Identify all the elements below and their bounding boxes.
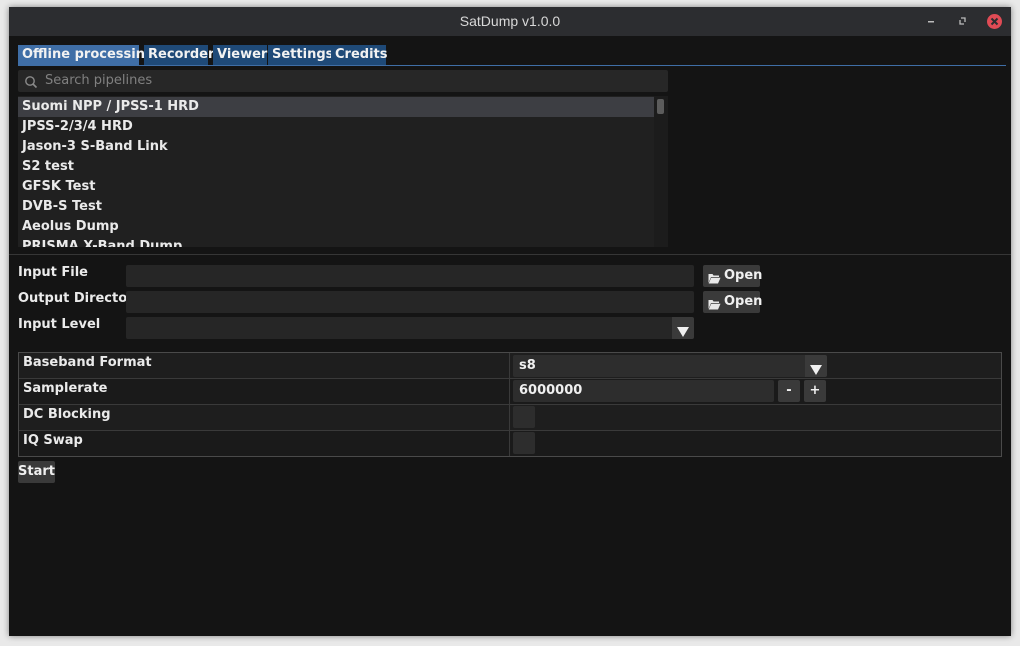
samplerate-decrement-button[interactable]: - bbox=[778, 380, 800, 402]
input-file-label: Input File bbox=[18, 265, 89, 280]
input-level-select[interactable] bbox=[126, 317, 672, 339]
table-row: IQ Swap bbox=[19, 431, 1001, 456]
chevron-down-icon bbox=[810, 361, 822, 380]
close-icon[interactable] bbox=[987, 14, 1002, 29]
pipeline-item[interactable]: Suomi NPP / JPSS-1 HRD bbox=[18, 97, 655, 117]
tab-settings[interactable]: Settings bbox=[268, 45, 333, 65]
input-file-field[interactable] bbox=[126, 265, 694, 287]
samplerate-input[interactable]: 6000000 bbox=[513, 380, 774, 402]
parameters-table: Baseband Format s8 Samplerate 6000000 - … bbox=[18, 352, 1002, 457]
tab-credits[interactable]: Credits bbox=[331, 45, 387, 65]
separator bbox=[9, 254, 1011, 255]
tab-underline bbox=[18, 65, 1006, 66]
folder-open-icon bbox=[708, 270, 721, 292]
search-icon bbox=[24, 74, 38, 93]
pipeline-item[interactable]: DVB-S Test bbox=[18, 197, 655, 217]
samplerate-increment-button[interactable]: + bbox=[804, 380, 826, 402]
title-bar: SatDump v1.0.0 bbox=[9, 7, 1011, 36]
pipeline-item[interactable]: JPSS-2/3/4 HRD bbox=[18, 117, 655, 137]
minimize-icon[interactable] bbox=[924, 14, 938, 28]
folder-open-icon bbox=[708, 296, 721, 318]
baseband-format-dropdown-button[interactable] bbox=[805, 355, 827, 377]
pipeline-list: Suomi NPP / JPSS-1 HRD JPSS-2/3/4 HRD Ja… bbox=[18, 96, 668, 247]
pipeline-item[interactable]: PRISMA X-Band Dump bbox=[18, 237, 655, 247]
window-title: SatDump v1.0.0 bbox=[459, 13, 561, 29]
output-directory-label: Output Directory bbox=[18, 291, 143, 306]
open-label: Open bbox=[724, 294, 763, 309]
output-directory-open-button[interactable]: Open bbox=[703, 291, 763, 313]
table-row: DC Blocking bbox=[19, 405, 1001, 431]
iq-swap-label: IQ Swap bbox=[23, 433, 83, 448]
open-label: Open bbox=[724, 268, 763, 283]
tab-offline-processing[interactable]: Offline processing bbox=[18, 45, 154, 65]
pipeline-item[interactable]: GFSK Test bbox=[18, 177, 655, 197]
baseband-format-select[interactable]: s8 bbox=[513, 355, 808, 377]
pipeline-scrollbar[interactable] bbox=[654, 96, 668, 247]
input-level-label: Input Level bbox=[18, 317, 101, 332]
output-directory-field[interactable] bbox=[126, 291, 694, 313]
scrollbar-thumb[interactable] bbox=[657, 99, 664, 114]
dc-blocking-checkbox[interactable] bbox=[513, 406, 535, 428]
pipeline-item[interactable]: Jason-3 S-Band Link bbox=[18, 137, 655, 157]
search-placeholder: Search pipelines bbox=[45, 73, 153, 88]
app-window: SatDump v1.0.0 Offline processing Record… bbox=[9, 7, 1011, 636]
baseband-format-label: Baseband Format bbox=[23, 355, 152, 370]
pipeline-item[interactable]: Aeolus Dump bbox=[18, 217, 655, 237]
iq-swap-checkbox[interactable] bbox=[513, 432, 535, 454]
table-row: Samplerate 6000000 - + bbox=[19, 379, 1001, 405]
pipeline-item[interactable]: S2 test bbox=[18, 157, 655, 177]
input-level-dropdown-button[interactable] bbox=[672, 317, 694, 339]
start-button[interactable]: Start bbox=[18, 461, 55, 483]
tab-viewer[interactable]: Viewer bbox=[213, 45, 267, 65]
tab-recorder[interactable]: Recorder bbox=[144, 45, 214, 65]
search-input[interactable]: Search pipelines bbox=[18, 70, 668, 92]
table-row: Baseband Format s8 bbox=[19, 353, 1001, 379]
maximize-icon[interactable] bbox=[956, 14, 970, 28]
dc-blocking-label: DC Blocking bbox=[23, 407, 111, 422]
chevron-down-icon bbox=[677, 323, 689, 342]
main-content: Offline processing Recorder Viewer Setti… bbox=[9, 36, 1011, 636]
input-file-open-button[interactable]: Open bbox=[703, 265, 763, 287]
samplerate-label: Samplerate bbox=[23, 381, 108, 396]
column-divider bbox=[509, 353, 510, 456]
